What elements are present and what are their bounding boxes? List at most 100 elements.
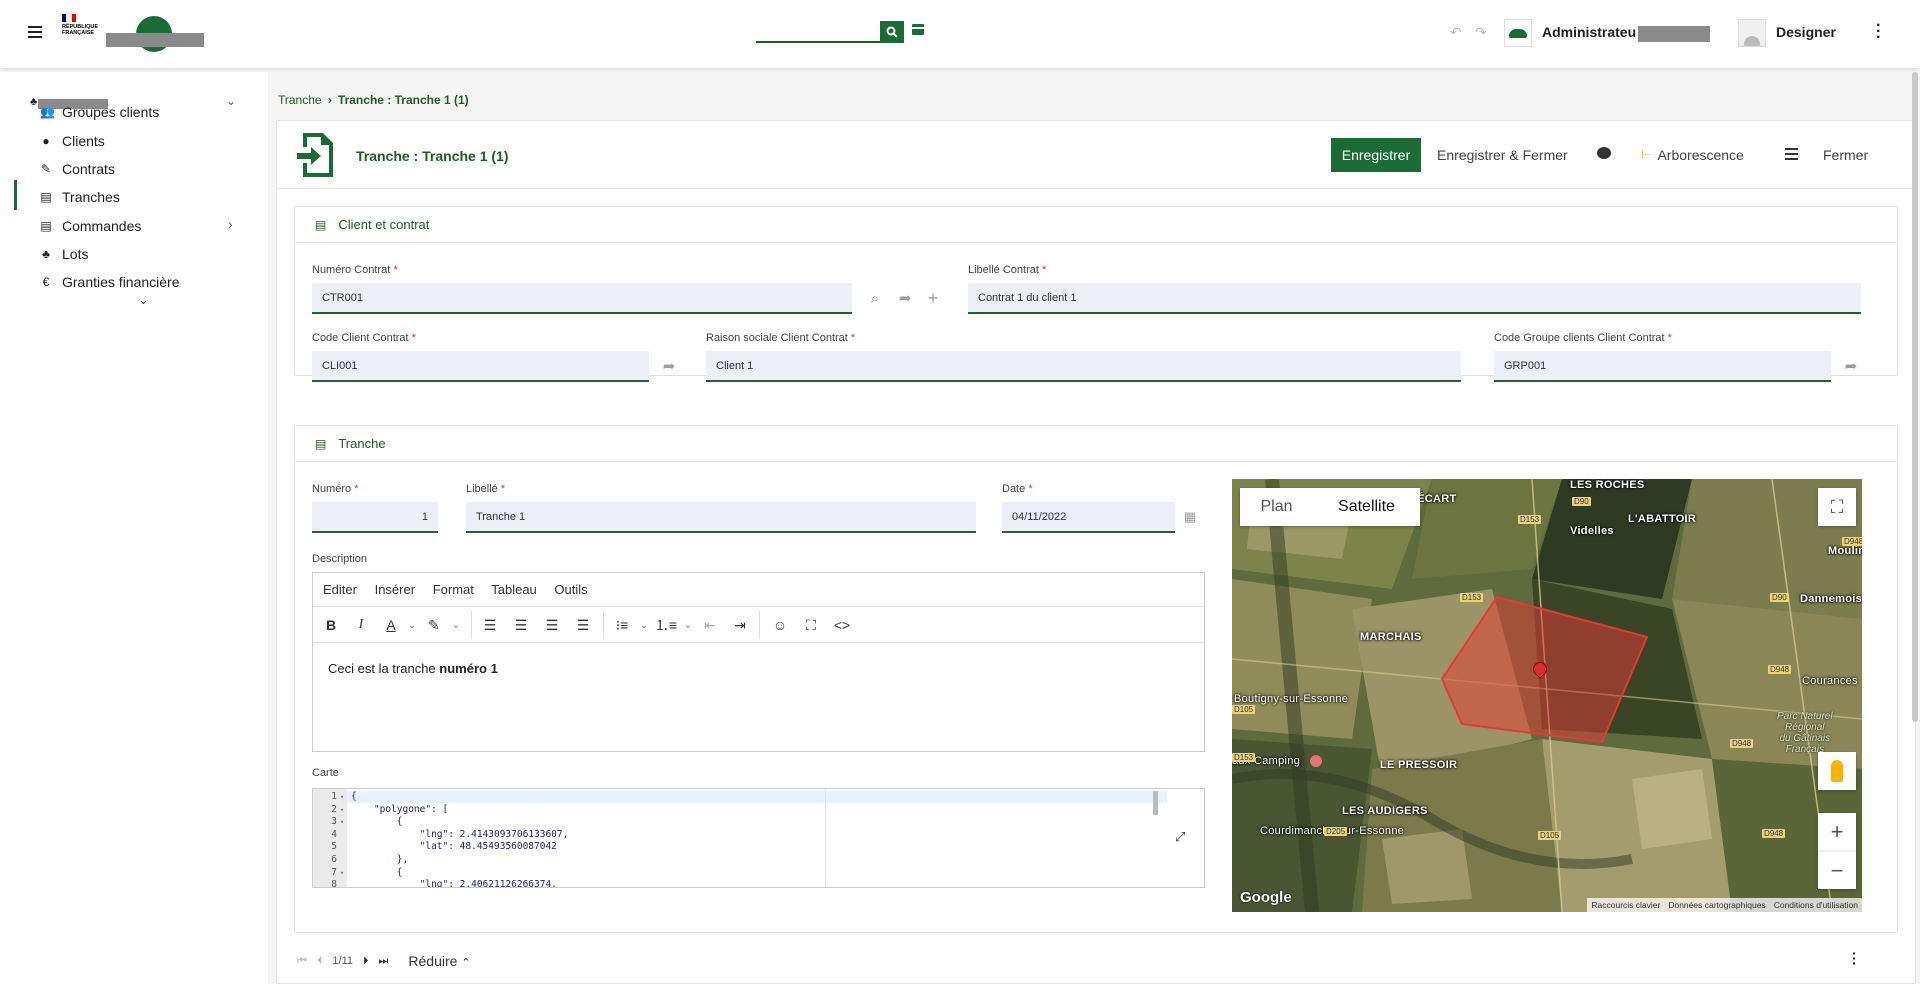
expand-icon[interactable]: ⤢ bbox=[1175, 829, 1185, 845]
code-client-field[interactable]: CLI001 bbox=[312, 351, 649, 382]
pegman-icon[interactable] bbox=[1818, 752, 1856, 790]
fold-arrow-icon[interactable]: ▾ bbox=[337, 804, 347, 817]
menu-format[interactable]: Format bbox=[433, 582, 474, 597]
fold-arrow-icon[interactable]: ▾ bbox=[337, 816, 347, 829]
tree-button[interactable]: ⊢ Arborescence bbox=[1641, 147, 1744, 163]
park-label: Parc Naturel Régional du Gâtinais Français bbox=[1777, 711, 1833, 755]
menu-outils[interactable]: Outils bbox=[554, 582, 587, 597]
search-button[interactable] bbox=[880, 21, 904, 43]
hamburger-menu-icon[interactable] bbox=[28, 26, 42, 38]
undo-icon[interactable]: ↶ bbox=[1450, 24, 1462, 41]
user-name[interactable]: Administrateu bbox=[1542, 24, 1636, 40]
emoji-icon[interactable]: ☺ bbox=[767, 607, 793, 643]
breadcrumb-parent[interactable]: Tranche bbox=[278, 93, 322, 107]
map[interactable]: LES ROCHES ÈNE BÉCART Videlles L'ABATTOI… bbox=[1232, 479, 1862, 912]
line-number: 3 bbox=[331, 816, 337, 828]
libelle-contrat-field[interactable]: Contrat 1 du client 1 bbox=[968, 283, 1861, 314]
line-number: 2 bbox=[331, 803, 337, 815]
sidebar-item-groupes-clients[interactable]: 👥 Groupes clients bbox=[40, 101, 159, 123]
list-menu-icon[interactable] bbox=[1785, 148, 1798, 160]
libelle-field[interactable]: Tranche 1 bbox=[466, 502, 976, 533]
redo-icon[interactable]: ↷ bbox=[1475, 24, 1487, 41]
form-header: Tranche : Tranche 1 (1) Enregistrer Enre… bbox=[277, 121, 1915, 189]
fullscreen-icon[interactable]: ⛶ bbox=[798, 607, 824, 643]
share-icon[interactable]: ➦ bbox=[1841, 356, 1861, 376]
search-input[interactable] bbox=[756, 21, 880, 43]
raison-sociale-field[interactable]: Client 1 bbox=[706, 351, 1461, 382]
italic-icon[interactable]: I bbox=[348, 607, 374, 643]
calendar-icon[interactable]: ▦ bbox=[1180, 507, 1200, 527]
outdent-icon[interactable]: ⇤ bbox=[697, 607, 723, 643]
card-icon[interactable] bbox=[912, 24, 924, 35]
menu-tableau[interactable]: Tableau bbox=[491, 582, 537, 597]
chevron-right-icon[interactable]: › bbox=[228, 216, 233, 232]
chevron-down-icon[interactable]: ⌄ bbox=[226, 94, 236, 108]
comment-icon[interactable] bbox=[1597, 147, 1611, 159]
last-page-icon[interactable]: ⏭ bbox=[379, 955, 389, 968]
page-scrollbar[interactable] bbox=[1912, 72, 1918, 722]
align-right-icon[interactable]: ☰ bbox=[539, 607, 565, 643]
menu-inserer[interactable]: Insérer bbox=[375, 582, 415, 597]
file-icon: ▤ bbox=[40, 190, 52, 204]
reduce-button[interactable]: Réduire ⌃ bbox=[408, 953, 470, 969]
chevron-down-icon[interactable]: ⌄ bbox=[138, 292, 149, 308]
fold-arrow-icon[interactable]: ▾ bbox=[337, 791, 347, 804]
map-place-label: Videlles bbox=[1570, 525, 1614, 537]
save-close-button[interactable]: Enregistrer & Fermer bbox=[1437, 147, 1568, 163]
editor-content[interactable]: Ceci est la tranche numéro 1 bbox=[328, 661, 498, 676]
sidebar-item-contrats[interactable]: ✎ Contrats bbox=[40, 158, 115, 180]
designer-label[interactable]: Designer bbox=[1776, 24, 1836, 40]
share-icon[interactable]: ➦ bbox=[895, 288, 915, 308]
terms-link[interactable]: Conditions d'utilisation bbox=[1774, 900, 1858, 910]
code-icon[interactable]: <> bbox=[829, 607, 855, 643]
road-label: D205 bbox=[1324, 827, 1348, 836]
save-button[interactable]: Enregistrer bbox=[1331, 138, 1421, 172]
fullscreen-icon[interactable]: ⛶ bbox=[1818, 488, 1856, 526]
users-icon: 👥 bbox=[40, 105, 55, 119]
prev-page-icon[interactable]: ⏴ bbox=[317, 955, 323, 968]
code-groupe-field[interactable]: GRP001 bbox=[1494, 351, 1831, 382]
line-number: 1 bbox=[331, 791, 337, 802]
indent-icon[interactable]: ⇥ bbox=[727, 607, 753, 643]
zoom-out-button[interactable]: − bbox=[1818, 851, 1856, 889]
menu-editer[interactable]: Editer bbox=[323, 582, 357, 597]
share-icon[interactable]: ➦ bbox=[659, 356, 679, 376]
more-vertical-icon[interactable]: · · · bbox=[1852, 946, 1858, 970]
sidebar-item-commandes[interactable]: ▤ Commandes bbox=[40, 215, 141, 237]
map-type-satellite[interactable]: Satellite bbox=[1313, 488, 1420, 526]
search-icon[interactable]: ⌕ bbox=[865, 288, 885, 308]
close-button[interactable]: Fermer bbox=[1823, 147, 1868, 163]
keyboard-shortcuts-link[interactable]: Raccourcis clavier bbox=[1591, 900, 1660, 910]
fold-arrow-icon[interactable]: ▾ bbox=[337, 867, 347, 880]
align-left-icon[interactable]: ☰ bbox=[477, 607, 503, 643]
bold-icon[interactable]: B bbox=[318, 607, 344, 643]
toolbar-divider bbox=[603, 611, 604, 639]
section-header[interactable]: ▤ Tranche bbox=[295, 426, 1897, 462]
code-scrollbar[interactable] bbox=[1153, 791, 1158, 815]
map-data-link[interactable]: Données cartographiques bbox=[1668, 900, 1765, 910]
align-center-icon[interactable]: ☰ bbox=[508, 607, 534, 643]
json-code-editor[interactable]: 1 ▾{2 ▾ "polygone": [3 ▾ {4 "lng": 2.414309… bbox=[312, 788, 1205, 888]
date-field[interactable]: 04/11/2022 bbox=[1002, 502, 1175, 533]
chevron-down-icon[interactable]: ⌄ bbox=[443, 607, 469, 643]
pager: ⏮ ⏴ 1/11 ⏵ ⏭ Réduire ⌃ bbox=[297, 951, 471, 971]
next-page-icon[interactable]: ⏵ bbox=[363, 955, 369, 968]
hierarchy-icon: ⊢ bbox=[1641, 148, 1652, 162]
sidebar-item-lots[interactable]: ♣ Lots bbox=[40, 243, 88, 265]
numero-contrat-field[interactable]: CTR001 bbox=[312, 283, 852, 314]
sidebar-item-clients[interactable]: ● Clients bbox=[40, 130, 104, 152]
more-vertical-icon[interactable]: · · · bbox=[1876, 18, 1882, 46]
section-header[interactable]: ▤ Client et contrat bbox=[295, 207, 1897, 243]
code-line: 1 ▾ { bbox=[313, 791, 1173, 804]
code-line: 3 ▾ { bbox=[313, 816, 1173, 829]
align-justify-icon[interactable]: ☰ bbox=[570, 607, 596, 643]
first-page-icon[interactable]: ⏮ bbox=[297, 955, 307, 968]
breadcrumb: Tranche › Tranche : Tranche 1 (1) bbox=[278, 92, 469, 107]
tree-icon: ♣ bbox=[42, 247, 50, 261]
map-type-plan[interactable]: Plan bbox=[1240, 488, 1313, 526]
numero-field[interactable]: 1 bbox=[312, 502, 438, 533]
sidebar-item-granties[interactable]: € Granties financière bbox=[40, 271, 180, 293]
zoom-in-button[interactable]: + bbox=[1818, 813, 1856, 851]
sidebar-item-tranches[interactable]: ▤ Tranches bbox=[40, 186, 120, 208]
add-icon[interactable]: + bbox=[923, 288, 943, 308]
